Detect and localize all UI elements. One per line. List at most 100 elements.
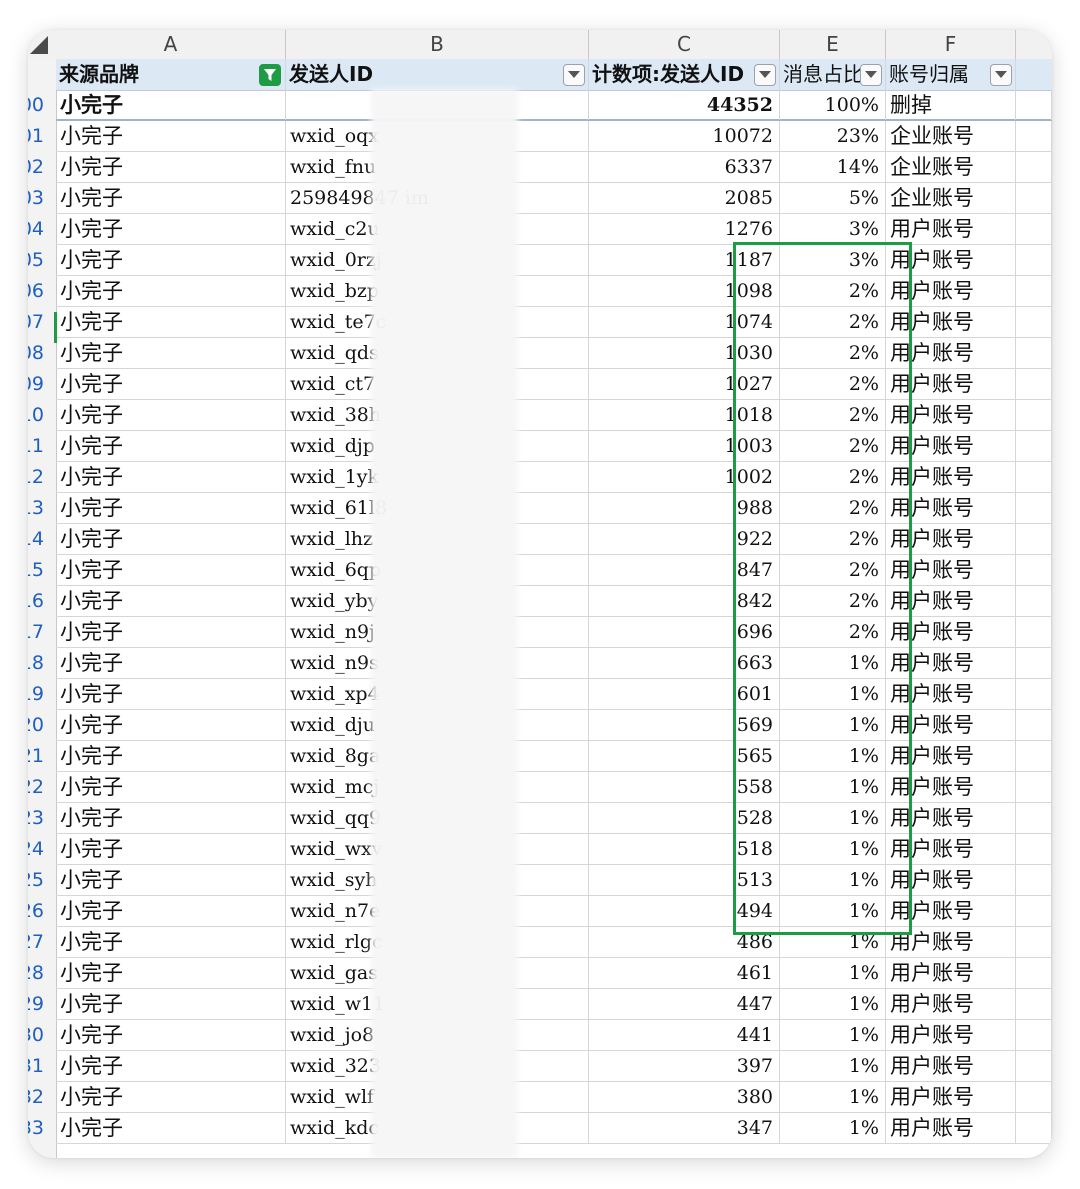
table-row[interactable]: 小完子 wxid_n7e 494 1% 用户账号 [56, 896, 1052, 927]
table-row[interactable]: 小完子 wxid_lhz 922 2% 用户账号 [56, 524, 1052, 555]
count-cell[interactable]: 1002 [589, 462, 780, 492]
brand-cell[interactable]: 小完子 [56, 927, 286, 957]
share-cell[interactable]: 2% [780, 493, 886, 523]
sender-id-cell[interactable]: wxid_rlgc [286, 927, 589, 957]
brand-cell[interactable]: 小完子 [56, 958, 286, 988]
brand-cell[interactable]: 小完子 [56, 989, 286, 1019]
share-cell[interactable]: 2% [780, 431, 886, 461]
sender-id-cell[interactable]: wxid_6qp [286, 555, 589, 585]
owner-cell[interactable]: 用户账号 [886, 617, 1016, 647]
empty-cell[interactable] [1016, 121, 1052, 151]
count-cell[interactable]: 380 [589, 1082, 780, 1112]
table-row[interactable]: 小完子 wxid_djp 1003 2% 用户账号 [56, 431, 1052, 462]
sender-id-cell[interactable]: wxid_qds [286, 338, 589, 368]
share-cell[interactable]: 2% [780, 617, 886, 647]
owner-cell[interactable]: 用户账号 [886, 214, 1016, 244]
table-row[interactable]: 小完子 wxid_qq9 528 1% 用户账号 [56, 803, 1052, 834]
count-cell[interactable]: 1276 [589, 214, 780, 244]
owner-cell[interactable]: 用户账号 [886, 834, 1016, 864]
row-number[interactable]: 124 [28, 834, 44, 865]
count-cell[interactable]: 10072 [589, 121, 780, 151]
sender-id-cell[interactable]: wxid_38h [286, 400, 589, 430]
owner-cell[interactable]: 用户账号 [886, 772, 1016, 802]
brand-cell[interactable]: 小完子 [56, 648, 286, 678]
table-row[interactable]: 小完子 wxid_323 397 1% 用户账号 [56, 1051, 1052, 1082]
share-cell[interactable]: 2% [780, 555, 886, 585]
row-number[interactable]: 121 [28, 741, 44, 772]
share-cell[interactable]: 1% [780, 741, 886, 771]
owner-cell[interactable]: 用户账号 [886, 462, 1016, 492]
share-cell[interactable]: 1% [780, 710, 886, 740]
share-cell[interactable]: 1% [780, 1113, 886, 1143]
empty-cell[interactable] [1016, 462, 1052, 492]
owner-cell[interactable]: 用户账号 [886, 586, 1016, 616]
sender-id-cell[interactable]: wxid_0rzj [286, 245, 589, 275]
table-row[interactable]: 小完子 wxid_oqx 10072 23% 企业账号 [56, 121, 1052, 152]
filter-button-share[interactable] [860, 64, 882, 86]
table-row[interactable]: 小完子 wxid_38h 1018 2% 用户账号 [56, 400, 1052, 431]
count-cell[interactable]: 447 [589, 989, 780, 1019]
count-cell[interactable]: 842 [589, 586, 780, 616]
empty-cell[interactable] [1016, 803, 1052, 833]
share-cell[interactable]: 2% [780, 276, 886, 306]
owner-cell[interactable]: 用户账号 [886, 276, 1016, 306]
row-number[interactable]: 130 [28, 1020, 44, 1051]
brand-cell[interactable]: 小完子 [56, 276, 286, 306]
empty-cell[interactable] [1016, 183, 1052, 213]
row-number[interactable]: 125 [28, 865, 44, 896]
share-cell[interactable]: 3% [780, 214, 886, 244]
row-number[interactable]: 109 [28, 369, 44, 400]
empty-cell[interactable] [1016, 896, 1052, 926]
count-cell[interactable]: 486 [589, 927, 780, 957]
brand-cell[interactable]: 小完子 [56, 183, 286, 213]
row-number[interactable]: 105 [28, 245, 44, 276]
owner-cell[interactable]: 用户账号 [886, 1020, 1016, 1050]
count-cell[interactable]: 1018 [589, 400, 780, 430]
owner-cell[interactable]: 用户账号 [886, 741, 1016, 771]
table-row[interactable]: 小完子 wxid_syh 513 1% 用户账号 [56, 865, 1052, 896]
brand-cell[interactable]: 小完子 [56, 710, 286, 740]
share-cell[interactable]: 2% [780, 307, 886, 337]
row-number[interactable]: 113 [28, 493, 44, 524]
table-row[interactable]: 小完子 wxid_n9j 696 2% 用户账号 [56, 617, 1052, 648]
sender-id-cell[interactable]: wxid_djp [286, 431, 589, 461]
count-cell[interactable]: 1003 [589, 431, 780, 461]
total-brand-cell[interactable]: 小完子 [56, 90, 286, 120]
column-header-e[interactable]: E [780, 30, 886, 59]
total-share-cell[interactable]: 100% [780, 90, 886, 120]
table-row[interactable]: 小完子 259849847 im 2085 5% 企业账号 [56, 183, 1052, 214]
sender-id-cell[interactable]: wxid_jo8 [286, 1020, 589, 1050]
row-number[interactable]: 107 [28, 307, 44, 338]
column-header-a[interactable]: A [56, 30, 286, 59]
sender-id-cell[interactable]: wxid_w11 [286, 989, 589, 1019]
brand-cell[interactable]: 小完子 [56, 431, 286, 461]
count-cell[interactable]: 565 [589, 741, 780, 771]
brand-cell[interactable]: 小完子 [56, 338, 286, 368]
share-cell[interactable]: 1% [780, 834, 886, 864]
sender-id-cell[interactable]: wxid_323 [286, 1051, 589, 1081]
sender-id-cell[interactable]: wxid_n9j [286, 617, 589, 647]
share-cell[interactable]: 1% [780, 648, 886, 678]
sender-id-cell[interactable]: wxid_te7c [286, 307, 589, 337]
owner-cell[interactable]: 用户账号 [886, 493, 1016, 523]
row-number[interactable]: 114 [28, 524, 44, 555]
brand-cell[interactable]: 小完子 [56, 617, 286, 647]
brand-cell[interactable]: 小完子 [56, 741, 286, 771]
owner-cell[interactable]: 用户账号 [886, 648, 1016, 678]
share-cell[interactable]: 2% [780, 369, 886, 399]
empty-cell[interactable] [1016, 679, 1052, 709]
brand-cell[interactable]: 小完子 [56, 307, 286, 337]
brand-cell[interactable]: 小完子 [56, 865, 286, 895]
count-cell[interactable]: 528 [589, 803, 780, 833]
owner-cell[interactable]: 用户账号 [886, 307, 1016, 337]
count-cell[interactable]: 494 [589, 896, 780, 926]
row-number[interactable]: 132 [28, 1082, 44, 1113]
row-number[interactable]: 123 [28, 803, 44, 834]
count-cell[interactable]: 518 [589, 834, 780, 864]
row-number[interactable]: 119 [28, 679, 44, 710]
owner-cell[interactable]: 用户账号 [886, 865, 1016, 895]
owner-cell[interactable]: 企业账号 [886, 183, 1016, 213]
share-cell[interactable]: 2% [780, 524, 886, 554]
sender-id-cell[interactable]: wxid_wlf [286, 1082, 589, 1112]
sender-id-cell[interactable]: wxid_qq9 [286, 803, 589, 833]
